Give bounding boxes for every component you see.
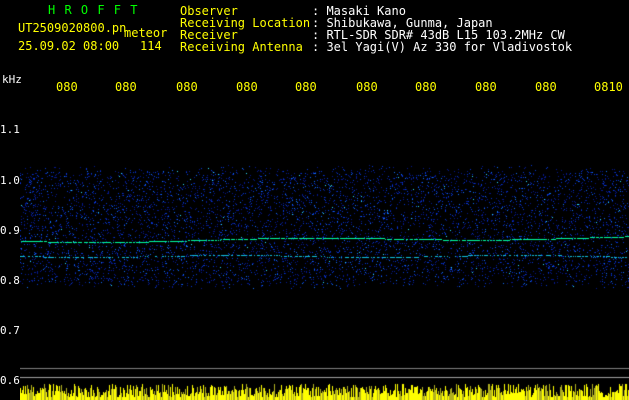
type-label: meteor [124,26,168,40]
freq-tick: 0.8 [0,274,20,287]
time-tick: 080 [56,80,78,94]
value-receiving-antenna: : 3el Yagi(V) Az 330 for Vladivostok [312,40,573,54]
time-tick: 080 [415,80,437,94]
frequency-unit: kHz [2,73,22,86]
freq-tick: 1.1 [0,123,20,136]
program-title: H R O F F T [48,3,139,17]
freq-tick: 0.9 [0,224,20,237]
datetime: 25.09.02 08:00 [18,39,120,53]
filename: UT2509020800.pn [18,21,127,35]
time-tick: 080 [535,80,557,94]
spectrogram [20,100,629,400]
time-tick: 080 [295,80,317,94]
freq-tick: 0.7 [0,324,20,337]
freq-tick: 1.0 [0,174,20,187]
time-tick: 080 [475,80,497,94]
time-tick: 080 [176,80,198,94]
time-tick: 080 [115,80,137,94]
echo-count: 114 [140,39,162,53]
time-tick: 080 [356,80,378,94]
freq-tick: 0.6 [0,374,20,387]
time-tick: 0810 [594,80,623,94]
time-tick: 080 [236,80,258,94]
label-receiving-antenna: Receiving Antenna [180,40,303,54]
